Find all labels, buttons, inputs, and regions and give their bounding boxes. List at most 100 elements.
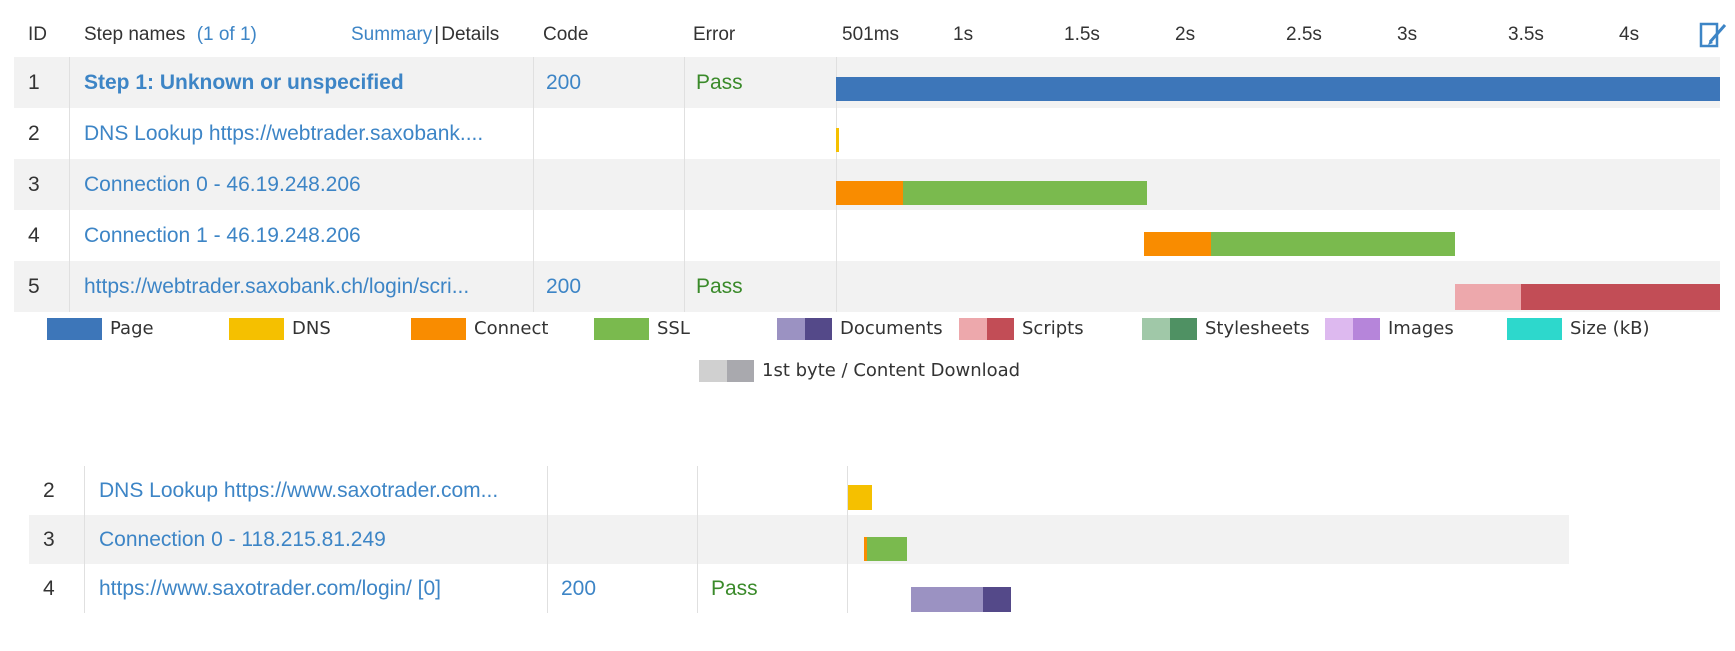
legend-swatch xyxy=(1169,318,1197,340)
timeline-tick: 2.5s xyxy=(1286,24,1322,45)
row-id: 1 xyxy=(28,71,40,94)
row-step-name[interactable]: Step 1: Unknown or unspecified xyxy=(84,57,534,108)
col-divider xyxy=(533,108,534,159)
col-divider xyxy=(84,466,85,515)
col-divider xyxy=(84,515,85,564)
details-link[interactable]: Details xyxy=(441,24,499,45)
legend-label: Stylesheets xyxy=(1205,318,1310,339)
timing-bar-dns xyxy=(848,485,872,510)
col-divider xyxy=(847,564,848,613)
row-step-name[interactable]: Connection 0 - 118.215.81.249 xyxy=(99,515,549,564)
row-id: 3 xyxy=(43,528,55,551)
legend-swatch xyxy=(411,318,466,340)
timing-bar-script-download xyxy=(1521,284,1720,310)
header-code: Code xyxy=(543,24,589,45)
timing-bar-ssl xyxy=(867,537,907,561)
legend-label: Scripts xyxy=(1022,318,1084,339)
header-id: ID xyxy=(28,24,47,45)
table-row[interactable]: 2 DNS Lookup https://www.saxotrader.com.… xyxy=(29,466,1569,515)
legend-label: 1st byte / Content Download xyxy=(762,360,1021,381)
legend-swatch xyxy=(1352,318,1380,340)
row-id: 4 xyxy=(28,224,40,247)
row-step-name[interactable]: DNS Lookup https://webtrader.saxobank...… xyxy=(84,108,534,159)
row-error: Pass xyxy=(696,71,743,94)
step-count[interactable]: (1 of 1) xyxy=(197,24,257,45)
row-error xyxy=(696,108,836,159)
legend-swatch xyxy=(594,318,649,340)
legend-swatch xyxy=(986,318,1014,340)
table-row[interactable]: 2 DNS Lookup https://webtrader.saxobank.… xyxy=(14,108,1720,159)
row-error: Pass xyxy=(711,577,758,600)
timeline-tick: 2s xyxy=(1175,24,1196,45)
row-code: 200 xyxy=(561,577,597,600)
col-divider xyxy=(69,57,70,108)
row-step-name[interactable]: DNS Lookup https://www.saxotrader.com... xyxy=(99,466,549,515)
legend-swatch xyxy=(1325,318,1353,340)
legend-swatch xyxy=(1507,318,1562,340)
legend-label: DNS xyxy=(292,318,331,339)
table-row[interactable]: 5 https://webtrader.saxobank.ch/login/sc… xyxy=(14,261,1720,312)
col-divider xyxy=(547,515,548,564)
col-divider xyxy=(697,515,698,564)
timeline-tick: 501ms xyxy=(842,24,900,45)
col-divider xyxy=(533,261,534,312)
table-row[interactable]: 3 Connection 0 - 118.215.81.249 xyxy=(29,515,1569,564)
col-divider xyxy=(69,210,70,261)
row-error xyxy=(696,210,836,261)
col-divider xyxy=(84,564,85,613)
row-code xyxy=(546,108,686,159)
timeline-tick: 3s xyxy=(1397,24,1418,45)
col-divider xyxy=(69,159,70,210)
col-divider xyxy=(533,159,534,210)
timeline-tick: 1.5s xyxy=(1064,24,1100,45)
col-divider xyxy=(836,261,837,312)
col-divider xyxy=(684,210,685,261)
col-divider xyxy=(684,108,685,159)
row-error xyxy=(711,515,851,564)
timing-bar-connect xyxy=(1144,232,1211,256)
col-divider xyxy=(684,261,685,312)
view-toggle: Summary | Details xyxy=(351,18,499,52)
legend-swatch xyxy=(1142,318,1170,340)
row-id: 3 xyxy=(28,173,40,196)
row-step-name[interactable]: https://webtrader.saxobank.ch/login/scri… xyxy=(84,261,534,312)
row-code xyxy=(546,159,686,210)
col-divider xyxy=(836,210,837,261)
col-divider xyxy=(69,261,70,312)
legend-swatch xyxy=(959,318,987,340)
table-row[interactable]: 1 Step 1: Unknown or unspecified 200 Pas… xyxy=(14,57,1720,108)
row-step-name[interactable]: Connection 1 - 46.19.248.206 xyxy=(84,210,534,261)
row-code: 200 xyxy=(546,71,582,94)
row-step-name[interactable]: Connection 0 - 46.19.248.206 xyxy=(84,159,534,210)
row-error: Pass xyxy=(696,275,743,298)
summary-link[interactable]: Summary xyxy=(351,24,432,45)
edit-columns-icon[interactable] xyxy=(1698,20,1728,50)
legend-swatch xyxy=(229,318,284,340)
row-step-name[interactable]: https://www.saxotrader.com/login/ [0] xyxy=(99,564,549,613)
timing-bar-ssl xyxy=(1211,232,1455,256)
row-code xyxy=(546,210,686,261)
col-divider xyxy=(533,210,534,261)
timing-bar-page xyxy=(836,77,1720,101)
timeline-tick: 4s xyxy=(1619,24,1640,45)
legend-label: Size (kB) xyxy=(1570,318,1650,339)
row-id: 2 xyxy=(28,122,40,145)
col-divider xyxy=(684,57,685,108)
header-step-names: Step names (1 of 1) xyxy=(84,18,257,52)
table-row[interactable]: 4 Connection 1 - 46.19.248.206 xyxy=(14,210,1720,261)
col-divider xyxy=(547,466,548,515)
legend-label: Page xyxy=(110,318,154,339)
legend-swatch xyxy=(47,318,102,340)
table-row[interactable]: 3 Connection 0 - 46.19.248.206 xyxy=(14,159,1720,210)
col-divider xyxy=(533,57,534,108)
col-divider xyxy=(697,466,698,515)
row-id: 5 xyxy=(28,275,40,298)
legend-label: Connect xyxy=(474,318,549,339)
row-error xyxy=(696,159,836,210)
row-code xyxy=(561,466,701,515)
table-row[interactable]: 4 https://www.saxotrader.com/login/ [0] … xyxy=(29,564,1569,613)
timing-bar-script-wait xyxy=(1455,284,1521,310)
legend-swatch xyxy=(777,318,805,340)
row-id: 4 xyxy=(43,577,55,600)
legend-swatch xyxy=(699,360,727,382)
